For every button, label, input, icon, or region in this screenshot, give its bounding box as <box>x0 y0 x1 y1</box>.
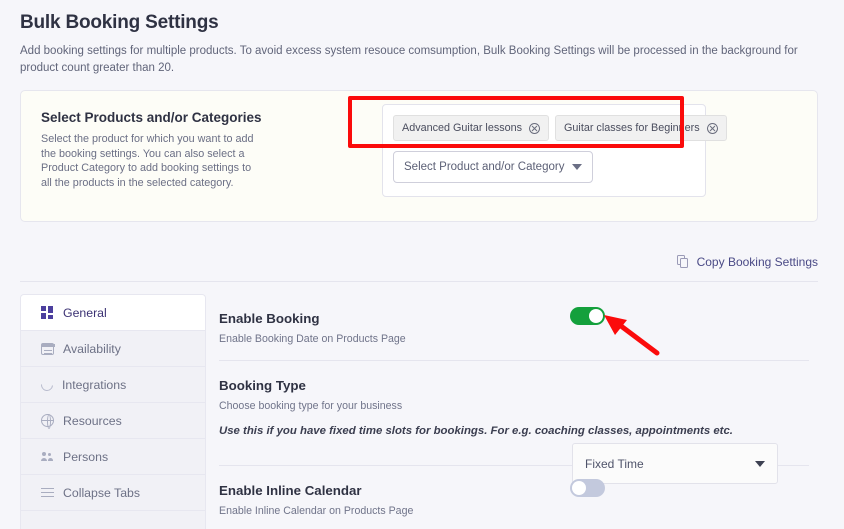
tab-resources-label: Resources <box>63 413 122 428</box>
selected-products-chip-list: Advanced Guitar lessons Guitar classes f… <box>393 115 727 141</box>
chevron-down-icon <box>572 164 582 170</box>
tab-availability[interactable]: Availability <box>21 331 205 367</box>
select-products-heading: Select Products and/or Categories <box>41 110 262 125</box>
tab-persons[interactable]: Persons <box>21 439 205 475</box>
booking-type-subtitle: Choose booking type for your business <box>219 400 403 412</box>
tab-integrations[interactable]: Integrations <box>21 367 205 403</box>
page-header: Bulk Booking Settings Add booking settin… <box>0 0 844 77</box>
hamburger-icon <box>41 486 54 499</box>
product-chip-label: Advanced Guitar lessons <box>402 122 523 134</box>
enable-inline-calendar-title: Enable Inline Calendar <box>219 483 362 498</box>
circle-x-icon[interactable] <box>529 122 541 134</box>
tab-collapse-tabs-label: Collapse Tabs <box>63 485 141 500</box>
enable-inline-calendar-toggle[interactable] <box>570 479 605 497</box>
booking-type-title: Booking Type <box>219 378 306 393</box>
tab-general[interactable]: General <box>21 295 205 331</box>
globe-icon <box>40 413 54 429</box>
tab-resources[interactable]: Resources <box>21 403 205 439</box>
select-products-card: Select Products and/or Categories Select… <box>20 90 818 222</box>
toggle-knob <box>572 481 586 495</box>
settings-tab-list: General Availability Integrations Resour… <box>20 294 206 529</box>
tab-availability-label: Availability <box>63 341 121 356</box>
setting-enable-inline-calendar: Enable Inline Calendar Enable Inline Cal… <box>219 466 818 529</box>
product-chip[interactable]: Guitar classes for Beginners <box>555 115 727 141</box>
setting-enable-booking: Enable Booking Enable Booking Date on Pr… <box>219 294 818 360</box>
product-chip-label: Guitar classes for Beginners <box>564 122 700 134</box>
enable-booking-toggle[interactable] <box>570 307 605 325</box>
calendar-icon <box>41 343 55 355</box>
tab-collapse-tabs[interactable]: Collapse Tabs <box>21 475 205 511</box>
tab-list-footer <box>21 511 205 529</box>
circle-x-icon[interactable] <box>706 122 718 134</box>
tab-persons-label: Persons <box>63 449 109 464</box>
copy-booking-settings-button[interactable]: Copy Booking Settings <box>676 255 818 269</box>
toggle-knob <box>589 309 603 323</box>
enable-booking-subtitle: Enable Booking Date on Products Page <box>219 333 406 345</box>
tab-integrations-label: Integrations <box>62 377 127 392</box>
product-category-dropdown[interactable]: Select Product and/or Category <box>393 151 593 183</box>
product-chip[interactable]: Advanced Guitar lessons <box>393 115 550 141</box>
section-divider <box>20 281 818 282</box>
select-products-info: Select Products and/or Categories Select… <box>21 91 341 221</box>
product-select-container[interactable]: Advanced Guitar lessons Guitar classes f… <box>382 104 727 197</box>
setting-booking-type: Booking Type Choose booking type for you… <box>219 361 818 484</box>
product-category-dropdown-value: Select Product and/or Category <box>404 161 565 173</box>
persons-icon <box>41 450 54 463</box>
select-products-description: Select the product for which you want to… <box>41 133 254 189</box>
select-products-controls: Advanced Guitar lessons Guitar classes f… <box>341 91 817 221</box>
grid-icon <box>41 306 54 319</box>
settings-panel: Enable Booking Enable Booking Date on Pr… <box>219 294 818 529</box>
enable-booking-title: Enable Booking <box>219 311 320 326</box>
tab-general-label: General <box>63 305 107 320</box>
page-title: Bulk Booking Settings <box>20 12 219 33</box>
copy-icon <box>676 255 690 269</box>
copy-booking-settings-label: Copy Booking Settings <box>696 255 818 269</box>
refresh-icon <box>38 376 56 393</box>
enable-inline-calendar-subtitle: Enable Inline Calendar on Products Page <box>219 505 414 517</box>
copy-settings-row: Copy Booking Settings <box>20 245 818 279</box>
page-description: Add booking settings for multiple produc… <box>20 45 798 74</box>
